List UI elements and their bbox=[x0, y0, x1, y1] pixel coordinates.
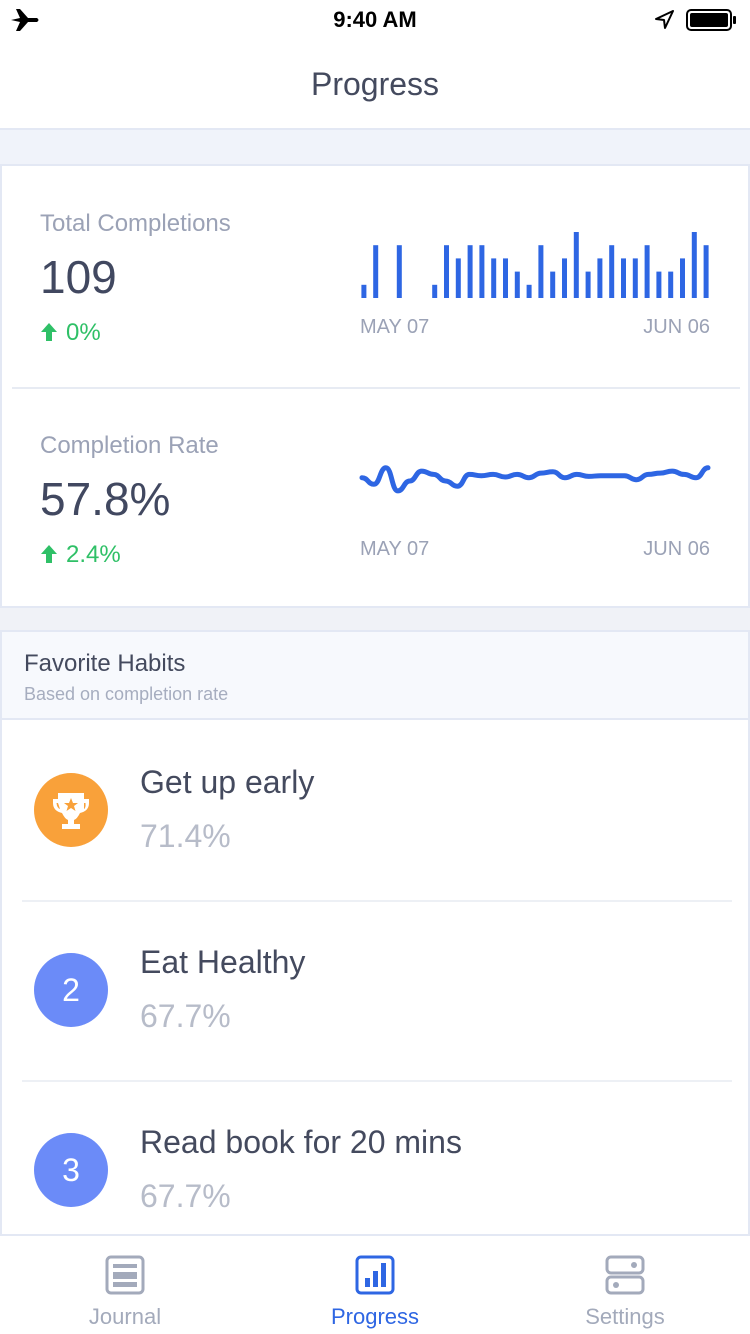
total-completions-value: 109 bbox=[40, 251, 117, 303]
chart-bar bbox=[526, 284, 532, 298]
tab-bar: Journal Progress Settings bbox=[0, 1234, 750, 1334]
chart-bar bbox=[373, 245, 379, 298]
stats-top-strip bbox=[0, 130, 750, 166]
chart-bar bbox=[691, 232, 697, 298]
progress-screen: 9:40 AM Progress Total Completions 109 0… bbox=[0, 0, 750, 1334]
chart-bar bbox=[680, 258, 685, 298]
habit-rate: 67.7% bbox=[140, 1178, 231, 1214]
total-completions-block[interactable]: Total Completions 109 0% MAY 07 JUN 06 bbox=[2, 166, 748, 387]
total-completions-label: Total Completions bbox=[40, 210, 231, 237]
chart-bar bbox=[597, 258, 603, 298]
chart-bar bbox=[609, 245, 615, 298]
chart-bar bbox=[632, 258, 638, 298]
total-completions-change: 0% bbox=[40, 319, 101, 347]
completion-rate-change: 2.4% bbox=[40, 541, 121, 569]
total-change-value: 0% bbox=[66, 319, 101, 346]
trophy-icon bbox=[53, 793, 89, 829]
page-title: Progress bbox=[310, 66, 440, 102]
chart-bar bbox=[503, 258, 508, 298]
chart-bar bbox=[668, 271, 674, 298]
chart-bar bbox=[550, 271, 556, 298]
rank-1-badge bbox=[34, 773, 108, 847]
habit-name: Eat Healthy bbox=[140, 944, 306, 980]
chart-bar bbox=[538, 245, 544, 298]
rate-change-value: 2.4% bbox=[66, 541, 121, 568]
completion-rate-label: Completion Rate bbox=[40, 432, 219, 459]
journal-icon bbox=[105, 1255, 145, 1295]
rank-3-badge: 3 bbox=[34, 1133, 108, 1207]
settings-icon bbox=[605, 1255, 645, 1295]
bar-chart-icon bbox=[355, 1255, 395, 1295]
bar-chart-end-date: JUN 06 bbox=[643, 316, 710, 338]
chart-bar bbox=[514, 271, 520, 298]
habit-name: Read book for 20 mins bbox=[140, 1124, 462, 1160]
chart-bar bbox=[491, 258, 497, 298]
completion-rate-value: 57.8% bbox=[40, 473, 171, 525]
chart-bar bbox=[703, 245, 709, 298]
list-item[interactable]: 2 Eat Healthy 67.7% bbox=[2, 902, 748, 1082]
location-arrow-icon bbox=[655, 10, 674, 29]
favorite-habits-subtitle: Based on completion rate bbox=[24, 684, 229, 704]
line-chart-start-date: MAY 07 bbox=[360, 538, 430, 560]
status-bar: 9:40 AM bbox=[0, 0, 750, 40]
chart-bar bbox=[644, 245, 650, 298]
status-time: 9:40 AM bbox=[333, 7, 417, 32]
tab-progress[interactable]: Progress bbox=[250, 1236, 500, 1334]
tab-journal[interactable]: Journal bbox=[0, 1236, 250, 1334]
tab-label: Journal bbox=[88, 1304, 162, 1329]
chart-bar bbox=[656, 271, 662, 298]
chart-bar bbox=[455, 258, 461, 298]
chart-bar bbox=[396, 245, 402, 298]
arrow-up-icon bbox=[41, 323, 57, 341]
tab-label: Settings bbox=[585, 1304, 665, 1329]
chart-bar bbox=[585, 271, 591, 298]
tab-label: Progress bbox=[330, 1304, 420, 1329]
rank-2-badge: 2 bbox=[34, 953, 108, 1027]
battery-icon bbox=[686, 9, 736, 31]
arrow-up-icon bbox=[41, 545, 57, 563]
tab-settings[interactable]: Settings bbox=[500, 1236, 750, 1334]
line-chart-end-date: JUN 06 bbox=[643, 538, 710, 560]
chart-bar bbox=[479, 245, 485, 298]
habit-rate: 67.7% bbox=[140, 998, 231, 1034]
nav-bar: Progress bbox=[0, 40, 750, 130]
favorite-habits-list: Get up early 71.4% 2 Eat Healthy 67.7% 3… bbox=[0, 720, 750, 1234]
list-item[interactable]: 3 Read book for 20 mins 67.7% bbox=[2, 1082, 748, 1234]
chart-bar bbox=[562, 258, 567, 298]
chart-bar bbox=[444, 245, 449, 298]
chart-bar bbox=[361, 284, 367, 298]
bar-chart-start-date: MAY 07 bbox=[360, 316, 430, 338]
chart-bar bbox=[621, 258, 626, 298]
chart-bar bbox=[467, 245, 473, 298]
chart-line bbox=[359, 465, 711, 494]
favorite-habits-title: Favorite Habits bbox=[24, 650, 186, 677]
habit-name: Get up early bbox=[140, 764, 315, 800]
habit-rate: 71.4% bbox=[140, 818, 231, 854]
stats-card: Total Completions 109 0% MAY 07 JUN 06 C… bbox=[0, 166, 750, 608]
list-item[interactable]: Get up early 71.4% bbox=[2, 720, 748, 900]
completion-rate-line-chart bbox=[359, 465, 711, 494]
chart-bar bbox=[432, 284, 438, 298]
completion-rate-block[interactable]: Completion Rate 57.8% 2.4% MAY 07 JUN 06 bbox=[2, 388, 748, 609]
chart-bar bbox=[573, 232, 579, 298]
completions-bar-chart bbox=[361, 232, 709, 298]
favorite-habits-header: Favorite Habits Based on completion rate bbox=[0, 630, 750, 720]
